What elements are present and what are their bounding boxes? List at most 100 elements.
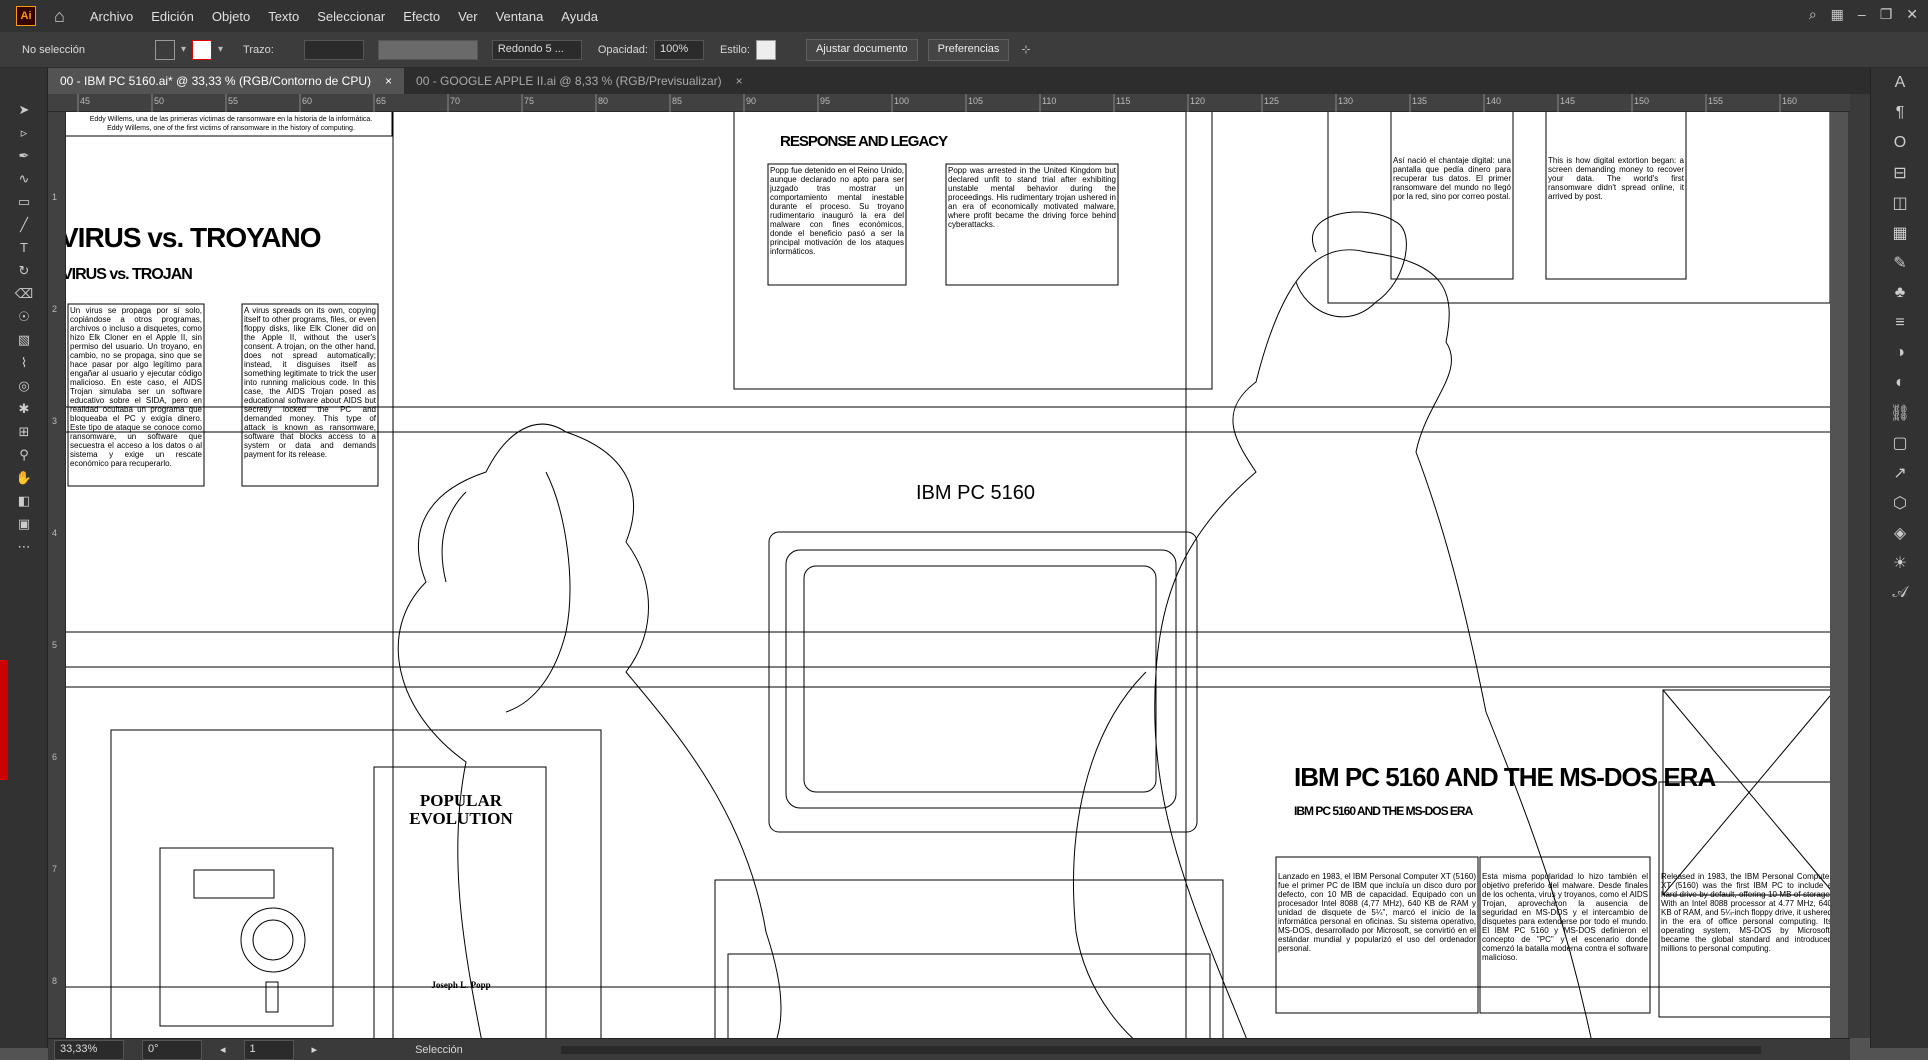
tools-panel: ➤ ▹ ✒ ∿ ▭ ╱ T ↻ ⌫ ☉ ▧ ⌇ ◎ ✱ ⊞ ⚲ ✋ ◧ ▣ ⋯ — [0, 68, 48, 1048]
home-icon[interactable]: ⌂ — [54, 6, 65, 27]
zoom-field[interactable]: 33,33% — [54, 1039, 124, 1060]
ruler-label: 75 — [524, 96, 534, 106]
brush-select[interactable]: Redondo 5 ... — [491, 39, 582, 60]
stroke-icon[interactable]: ≡ — [1871, 308, 1928, 338]
era-title: IBM PC 5160 AND THE MS-DOS ERA — [1294, 762, 1716, 792]
type-tool-icon[interactable]: T — [0, 236, 48, 259]
eyedropper-icon[interactable]: ⌇ — [0, 351, 48, 374]
scrollbar-horizontal[interactable] — [560, 1045, 1761, 1054]
artboard-icon[interactable]: ⊞ — [0, 420, 48, 443]
menu-efecto[interactable]: Efecto — [394, 9, 449, 24]
monitor-outline — [768, 531, 1198, 833]
menu-edicion[interactable]: Edición — [142, 9, 203, 24]
warp-icon[interactable]: ☉ — [0, 305, 48, 328]
close-icon[interactable]: ✕ — [1906, 6, 1918, 23]
scrollbar-vertical[interactable] — [1848, 94, 1870, 1038]
curvature-icon[interactable]: ∿ — [0, 167, 48, 190]
layers-icon[interactable]: ◫ — [1871, 188, 1928, 218]
rotation-field[interactable]: 0° — [142, 1039, 202, 1060]
close-icon[interactable]: × — [385, 74, 392, 88]
prev-artboard-icon[interactable]: ◂ — [220, 1043, 226, 1056]
appearance-icon[interactable]: ◐ — [1871, 368, 1928, 398]
virus-subtitle: VIRUS vs. TROJAN — [66, 266, 193, 283]
rectangle-icon[interactable]: ▭ — [0, 190, 48, 213]
red-indicator — [0, 660, 8, 780]
transparency-icon[interactable]: ◑ — [1871, 338, 1928, 368]
stroke-label: Trazo: — [243, 43, 274, 56]
fill-stroke-icon[interactable]: ◧ — [0, 489, 48, 512]
ruler-label: 6 — [52, 752, 58, 762]
next-artboard-icon[interactable]: ▸ — [312, 1043, 318, 1056]
direct-selection-icon[interactable]: ▹ — [0, 121, 48, 144]
preferencias-button[interactable]: Preferencias — [927, 38, 1010, 61]
document-tabs: 00 - IBM PC 5160.ai* @ 33,33 % (RGB/Cont… — [48, 68, 1878, 94]
symbols-icon[interactable]: ♣ — [1871, 278, 1928, 308]
minimize-icon[interactable]: – — [1858, 6, 1866, 23]
links-icon[interactable]: ⛓ — [1871, 398, 1928, 428]
tab-google-apple[interactable]: 00 - GOOGLE APPLE II.ai @ 8,33 % (RGB/Pr… — [404, 68, 755, 94]
opacity-field[interactable]: 100% — [653, 39, 704, 60]
pen-tool-icon[interactable]: ✒ — [0, 144, 48, 167]
horizontal-ruler[interactable]: 45 50 55 60 65 70 75 80 85 90 95 100 105 110 115 120 125… — [48, 94, 1850, 112]
menu-seleccionar[interactable]: Seleccionar — [308, 9, 394, 24]
tab-ibm-pc[interactable]: 00 - IBM PC 5160.ai* @ 33,33 % (RGB/Cont… — [48, 68, 405, 94]
woman-face-outline — [441, 491, 467, 583]
more-tools-icon[interactable]: ⋯ — [0, 535, 48, 558]
ruler-label: 7 — [52, 864, 58, 874]
chevron-down-icon[interactable]: ▾ — [181, 44, 186, 55]
ruler-label: 5 — [52, 640, 58, 650]
search-icon[interactable]: ⌕ — [1809, 6, 1817, 23]
align-icon[interactable]: ⊹ — [1021, 43, 1030, 56]
brush-icon[interactable]: ╱ — [0, 213, 48, 236]
opacity-label: Opacidad: — [597, 43, 648, 56]
menu-ventana[interactable]: Ventana — [487, 9, 553, 24]
response-es-text: Popp fue detenido en el Reino Unido, aun… — [770, 166, 904, 256]
properties-icon[interactable]: ⊟ — [1871, 158, 1928, 188]
vertical-ruler[interactable]: 1 2 3 4 5 6 7 8 — [48, 112, 66, 1038]
selection-tool-icon[interactable]: ➤ — [0, 98, 48, 121]
eraser-icon[interactable]: ⌫ — [0, 282, 48, 305]
fill-swatch[interactable] — [154, 39, 175, 60]
comments-icon[interactable]: ▢ — [1871, 428, 1928, 458]
artboard-field[interactable]: 1 — [243, 1039, 294, 1060]
rotate-icon[interactable]: ↻ — [0, 259, 48, 282]
symbol-icon[interactable]: ✱ — [0, 397, 48, 420]
style-swatch[interactable] — [755, 39, 776, 60]
gradient-icon[interactable]: ▧ — [0, 328, 48, 351]
ruler-label: 110 — [1042, 96, 1056, 106]
menu-objeto[interactable]: Objeto — [203, 9, 259, 24]
3d-icon[interactable]: ⬡ — [1871, 488, 1928, 518]
stroke-weight-field[interactable] — [303, 39, 364, 60]
export-icon[interactable]: ↗ — [1871, 458, 1928, 488]
screen-mode-icon[interactable]: ▣ — [0, 512, 48, 535]
close-icon[interactable]: × — [736, 74, 743, 88]
chevron-down-icon[interactable]: ▾ — [218, 44, 223, 55]
stroke-swatch[interactable] — [192, 39, 213, 60]
ruler-label: 120 — [1190, 96, 1205, 106]
workspace-icon[interactable]: ▦ — [1831, 6, 1844, 23]
artboard-canvas[interactable]: Eddy Willems, una de las primeras víctim… — [66, 112, 1830, 1038]
ajustar-documento-button[interactable]: Ajustar documento — [805, 38, 918, 61]
figure-woman-outline — [397, 423, 782, 1038]
ruler-label: 160 — [1782, 96, 1797, 106]
menu-ver[interactable]: Ver — [449, 9, 487, 24]
brushes-icon[interactable]: ✎ — [1871, 248, 1928, 278]
response-title: RESPONSE AND LEGACY — [780, 133, 948, 150]
menu-texto[interactable]: Texto — [259, 9, 308, 24]
color-guide-icon[interactable]: ☀ — [1871, 548, 1928, 578]
restore-icon[interactable]: ❐ — [1880, 6, 1893, 23]
pathfinder-icon[interactable]: ◈ — [1871, 518, 1928, 548]
response-en-text: Popp was arrested in the United Kingdom … — [948, 166, 1116, 229]
zoom-icon[interactable]: ⚲ — [0, 443, 48, 466]
menu-archivo[interactable]: Archivo — [81, 9, 142, 24]
menu-ayuda[interactable]: Ayuda — [552, 9, 607, 24]
blend-icon[interactable]: ◎ — [0, 374, 48, 397]
book-title: POPULAR EVOLUTION — [409, 791, 513, 828]
type-panel-icon[interactable]: 𝒜 — [1871, 578, 1928, 608]
swatches-icon[interactable]: ▦ — [1871, 218, 1928, 248]
hand-icon[interactable]: ✋ — [0, 466, 48, 489]
character-icon[interactable]: A — [1871, 68, 1928, 98]
variable-width-field[interactable] — [377, 39, 478, 60]
paragraph-icon[interactable]: ¶ — [1871, 98, 1928, 128]
glyphs-icon[interactable]: O — [1871, 128, 1928, 158]
